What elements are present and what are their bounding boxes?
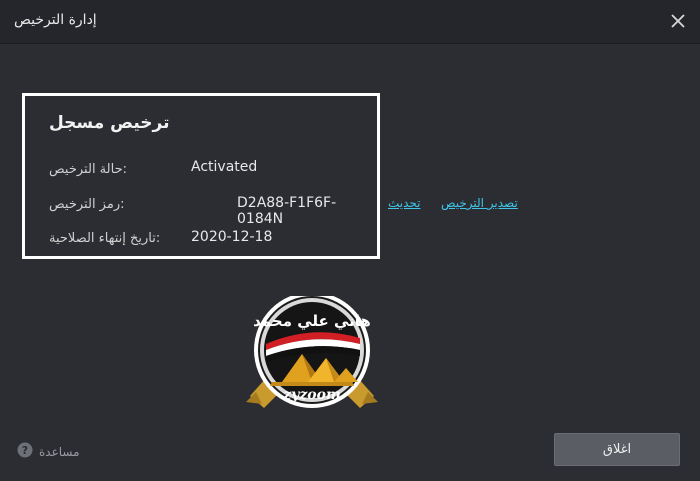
license-code-value: D2A88-F1F6F-0184N bbox=[237, 195, 337, 227]
close-icon[interactable] bbox=[666, 9, 690, 33]
close-button[interactable]: اغلاق bbox=[554, 433, 680, 466]
export-license-link[interactable]: تصدير الترخيص bbox=[441, 196, 518, 210]
window-title: إدارة الترخيص bbox=[14, 12, 97, 28]
help-icon: ? bbox=[17, 442, 33, 462]
help-label: مساعدة bbox=[39, 445, 80, 459]
watermark-logo: هاني علي محمد zyzoom bbox=[242, 292, 382, 418]
update-link[interactable]: تحديث bbox=[388, 196, 421, 210]
expiry-value: 2020-12-18 bbox=[191, 229, 273, 245]
help-button[interactable]: ? مساعدة bbox=[17, 442, 80, 462]
svg-text:?: ? bbox=[22, 444, 28, 457]
expiry-label: تاريخ إنتهاء الصلاحية: bbox=[49, 231, 161, 246]
status-label: حالة الترخيص: bbox=[49, 162, 128, 177]
license-heading: ترخيص مسجل bbox=[49, 113, 170, 133]
title-bar: إدارة الترخيص bbox=[0, 0, 700, 44]
logo-name-text: هاني علي محمد bbox=[253, 312, 371, 330]
status-value: Activated bbox=[191, 159, 258, 175]
license-info-box: ترخيص مسجل حالة الترخيص: Activated رمز ا… bbox=[22, 93, 380, 259]
logo-brand-text: zyzoom bbox=[282, 387, 341, 403]
code-label: رمز الترخيص: bbox=[49, 197, 125, 212]
